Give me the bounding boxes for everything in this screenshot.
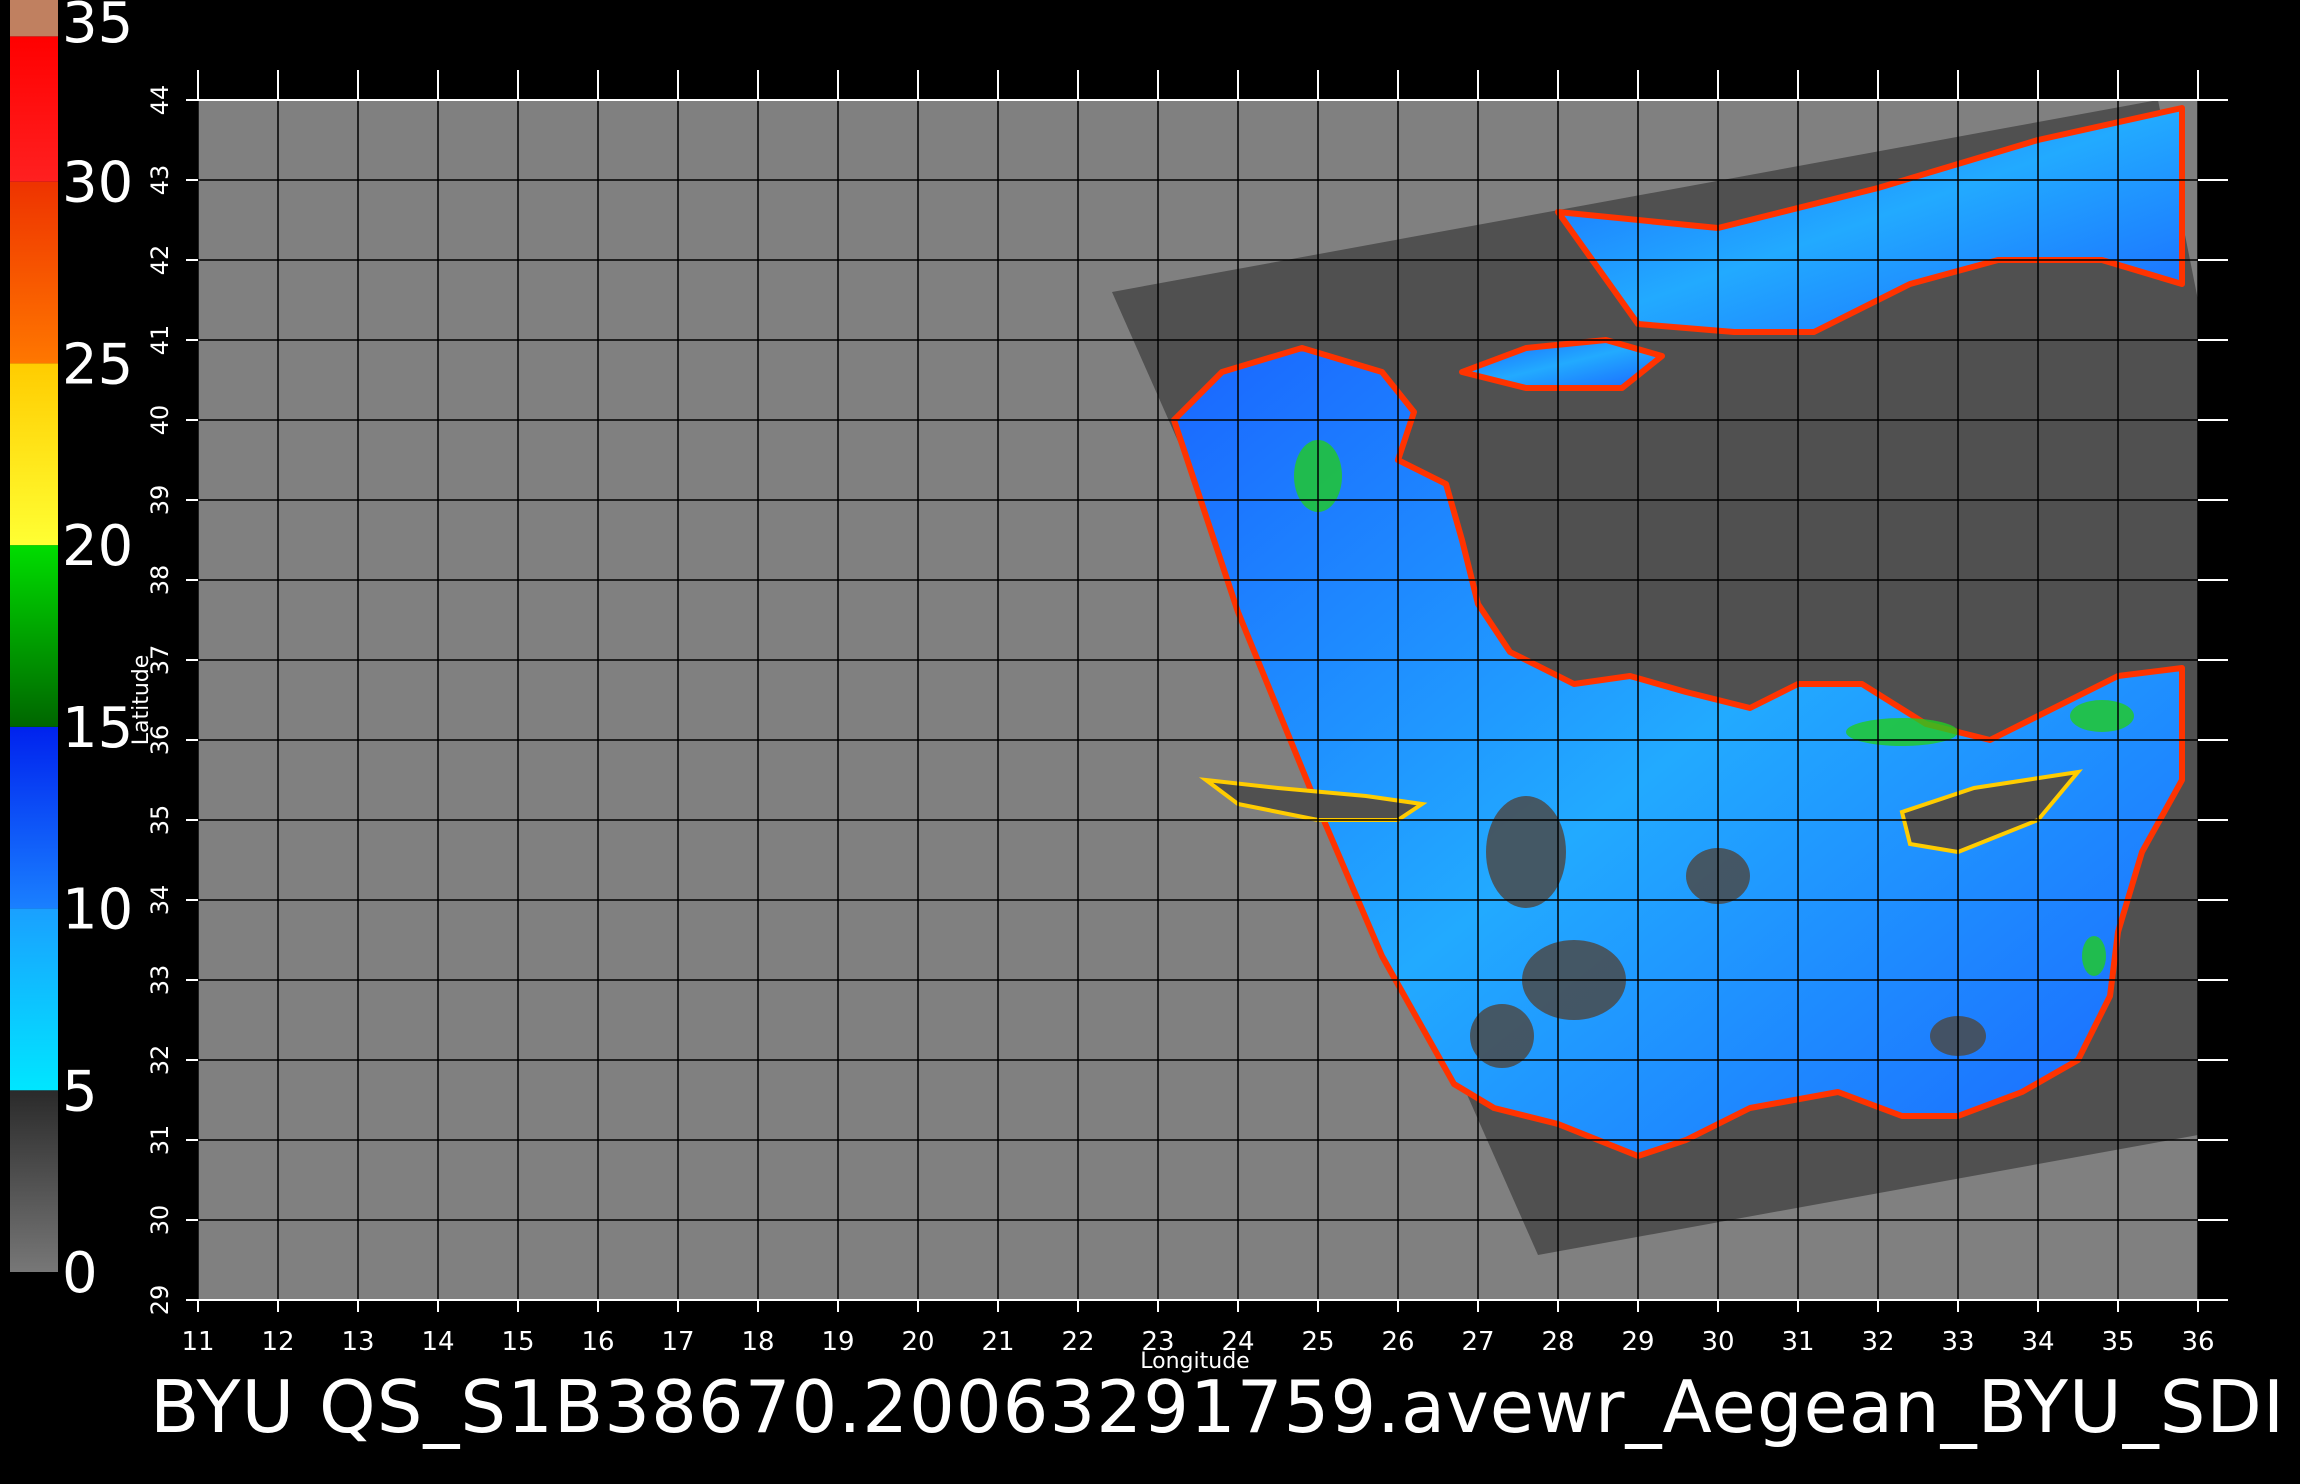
latitude-tick-label: 43 — [146, 165, 174, 196]
longitude-tick-label: 18 — [741, 1327, 774, 1357]
colorbar-tick-label: 15 — [62, 696, 133, 761]
longitude-tick-label: 22 — [1061, 1327, 1094, 1357]
latitude-tick-label: 38 — [146, 565, 174, 596]
longitude-tick-label: 32 — [1861, 1327, 1894, 1357]
map-figure: 35 30 25 20 15 10 5 0 11 12 13 14 15 16 17 18 19 20 21 22 2… — [10, 0, 2228, 1374]
colorbar-tick-label: 35 — [62, 0, 133, 56]
colorbar-segment — [10, 545, 58, 727]
colorbar-segment — [10, 726, 58, 909]
longitude-tick-label: 25 — [1301, 1327, 1334, 1357]
longitude-tick-label: 33 — [1941, 1327, 1974, 1357]
longitude-tick-label: 31 — [1781, 1327, 1814, 1357]
wind-band — [2082, 936, 2106, 976]
longitude-tick-label: 34 — [2021, 1327, 2054, 1357]
longitude-tick-label: 26 — [1381, 1327, 1414, 1357]
longitude-tick-label: 17 — [661, 1327, 694, 1357]
longitude-tick-label: 19 — [821, 1327, 854, 1357]
latitude-tick-label: 34 — [146, 885, 174, 916]
longitude-tick-label: 28 — [1541, 1327, 1574, 1357]
longitude-tick-label: 29 — [1621, 1327, 1654, 1357]
latitude-tick-label: 39 — [146, 485, 174, 516]
image-caption: BYU QS_S1B38670.20063291759.avewr_Aegean… — [150, 1365, 2286, 1449]
longitude-tick-label: 15 — [501, 1327, 534, 1357]
longitude-tick-label: 30 — [1701, 1327, 1734, 1357]
longitude-tick-label: 27 — [1461, 1327, 1494, 1357]
figure: 35 30 25 20 15 10 5 0 11 12 13 14 15 16 17 18 19 20 21 22 2… — [0, 0, 2300, 1480]
longitude-tick-label: 35 — [2101, 1327, 2134, 1357]
colorbar-segment — [10, 363, 58, 546]
colorbar-tick-label: 10 — [62, 878, 133, 943]
colorbar-segment — [10, 36, 58, 182]
colorbar-tick-labels: 35 30 25 20 15 10 5 0 — [62, 0, 133, 1306]
colorbar-tick-label: 5 — [62, 1059, 98, 1124]
latitude-tick-label: 41 — [146, 325, 174, 356]
colorbar-segment — [10, 181, 58, 364]
colorbar-segment — [10, 1090, 58, 1272]
colorbar-tick-label: 0 — [62, 1241, 98, 1306]
longitude-tick-label: 21 — [981, 1327, 1014, 1357]
longitude-tick-label: 36 — [2181, 1327, 2214, 1357]
latitude-tick-label: 40 — [146, 405, 174, 436]
colorbar-segment — [10, 0, 58, 37]
latitude-tick-label: 44 — [146, 85, 174, 116]
calm-patch — [1470, 1004, 1534, 1068]
colorbar-tick-label: 25 — [62, 332, 133, 397]
colorbar — [10, 0, 58, 1272]
latitude-tick-label: 30 — [146, 1205, 174, 1236]
latitude-tick-label: 31 — [146, 1125, 174, 1156]
latitude-tick-label: 33 — [146, 965, 174, 996]
longitude-tick-label: 16 — [581, 1327, 614, 1357]
calm-patch — [1486, 796, 1566, 908]
latitude-tick-label: 35 — [146, 805, 174, 836]
latitude-tick-label: 32 — [146, 1045, 174, 1076]
colorbar-segment — [10, 908, 58, 1091]
colorbar-tick-label: 30 — [62, 151, 133, 216]
latitude-tick-label: 29 — [146, 1285, 174, 1316]
longitude-tick-label: 14 — [421, 1327, 454, 1357]
wind-band — [1846, 718, 1958, 746]
y-axis-label: Latitude — [129, 655, 154, 746]
longitude-tick-label: 13 — [341, 1327, 374, 1357]
longitude-tick-label: 11 — [181, 1327, 214, 1357]
longitude-tick-label: 20 — [901, 1327, 934, 1357]
wind-band — [2070, 700, 2134, 732]
longitude-tick-label: 12 — [261, 1327, 294, 1357]
latitude-tick-label: 42 — [146, 245, 174, 276]
colorbar-tick-label: 20 — [62, 514, 133, 579]
